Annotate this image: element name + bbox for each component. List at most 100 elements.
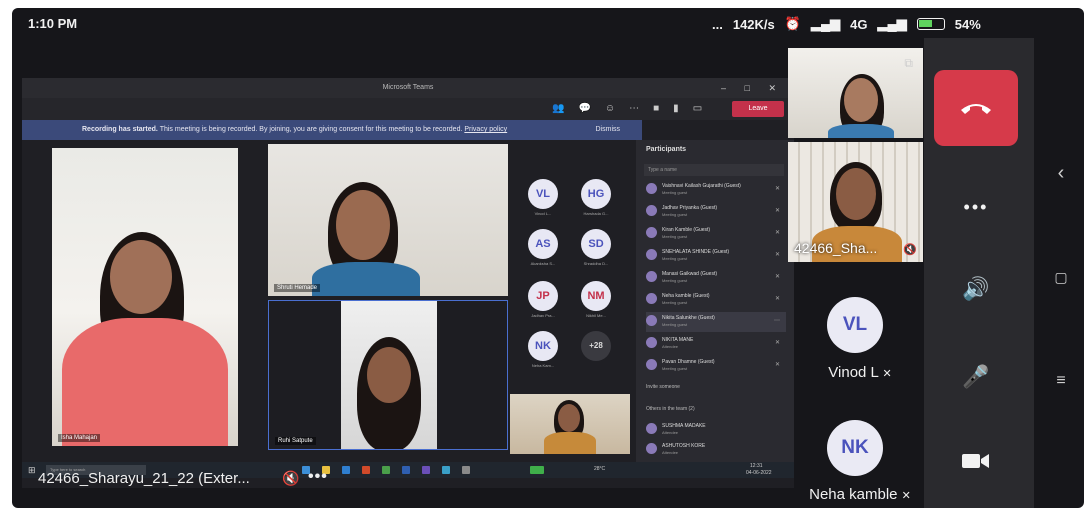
invite-section: Invite someone <box>646 384 680 390</box>
person-body <box>312 262 420 296</box>
video-tile-sharayu[interactable]: 42466_Sha... 🔇 <box>788 142 923 262</box>
participant-avatar <box>646 359 657 370</box>
avatar: NM <box>581 281 611 311</box>
participant-name: NIKITA MANE <box>662 337 694 343</box>
person-body <box>62 318 228 446</box>
person-head <box>844 78 878 122</box>
window-title: Microsoft Teams <box>382 84 434 91</box>
camera-switch-icon[interactable]: ⧉ <box>904 56 913 71</box>
speaker-icon[interactable]: 🔊 <box>961 274 991 304</box>
avatar: VL <box>528 179 558 209</box>
mic-off-icon: 🔇 <box>903 244 917 256</box>
window-titlebar: Microsoft Teams – □ ✕ <box>22 78 794 98</box>
participant-role: Attendee <box>662 344 679 349</box>
person-head <box>110 240 172 314</box>
video-camera-icon[interactable] <box>961 446 991 476</box>
maximize-icon: □ <box>744 83 758 93</box>
android-nav: ‹ ▢ ≡ <box>1038 38 1084 508</box>
mic-off-icon: ✕ <box>774 252 780 258</box>
office-icon <box>362 466 370 474</box>
participant-avatar <box>646 271 657 282</box>
participant-role: Attendee <box>662 430 679 435</box>
more-participants-avatar: +28 <box>581 331 611 361</box>
excel-icon <box>382 466 390 474</box>
camera-shape <box>962 454 989 468</box>
taskbar-time: 12:31 <box>750 463 763 469</box>
avatar: SD <box>581 229 611 259</box>
participant-avatar <box>646 443 657 454</box>
taskbar-date: 04-06-2022 <box>746 470 772 476</box>
alarm-icon: ⏰ <box>784 16 801 31</box>
tile-name: 42466_Sha... <box>794 240 878 256</box>
dismiss-button: Dismiss <box>595 126 621 133</box>
participant-avatar <box>646 423 657 434</box>
video-tile-small <box>510 394 630 454</box>
tile-name: Ruhi Satpute <box>275 437 316 445</box>
participant-role: Meeting guest <box>662 322 688 327</box>
avatar-vinod[interactable]: VL <box>827 297 883 353</box>
video-tile-top: Shruti Hemade <box>268 144 508 296</box>
participant-avatar <box>646 249 657 260</box>
participant-name: Vinod L <box>828 364 879 381</box>
battery-level: 54% <box>954 16 981 32</box>
avatar-caption: Jadhav Pra... <box>531 313 555 318</box>
participant-name: Nikita Salunkhe (Guest) <box>662 315 715 321</box>
mic-icon: ▮ <box>673 103 679 114</box>
back-icon[interactable]: ‹ <box>1050 162 1072 184</box>
more-options-button[interactable]: ••• <box>308 468 328 486</box>
status-bar: 1:10 PM ... 142K/s ⏰ ▂▄▆ 4G ▂▄▆ 54% <box>12 8 1084 38</box>
participant-row: SNEHALATA SHINDE (Guest) Meeting guest ✕ <box>646 246 786 266</box>
edge-icon <box>342 466 350 474</box>
privacy-link: Privacy policy <box>464 126 508 133</box>
video-tile-left: Isha Mahajan <box>52 148 238 446</box>
recents-icon[interactable]: ≡ <box>1050 370 1072 392</box>
recording-banner: Recording has started. This meeting is b… <box>22 120 642 140</box>
participant-avatar <box>646 337 657 348</box>
more-icon: ⋯ <box>774 318 780 324</box>
avatar-caption: Shraddha D... <box>583 261 609 266</box>
react-icon: ☺ <box>604 103 616 114</box>
participant-row: Jadhav Priyanka (Guest) Meeting guest ✕ <box>646 202 786 222</box>
participant-row: Kiran Kamble (Guest) Meeting guest ✕ <box>646 224 786 244</box>
participant-row: NIKITA MANE Attendee ✕ <box>646 334 786 354</box>
hang-up-button[interactable] <box>934 70 1018 146</box>
self-video-tile[interactable]: ⧉ <box>788 48 923 138</box>
person-head <box>367 347 411 403</box>
participant-name: Vaishnavi Kailash Gujarathi (Guest) <box>662 183 741 189</box>
avatar-caption: Vinod L... <box>534 211 552 216</box>
weather-icon <box>530 466 544 474</box>
teams-toolbar: 👥 💬 ☺ ⋯ ■ ▮ ▭ Leave <box>22 98 794 120</box>
participant-name: Jadhav Priyanka (Guest) <box>662 205 718 211</box>
video-frame <box>341 301 437 449</box>
avatar-neha[interactable]: NK <box>827 420 883 476</box>
participant-role: Meeting guest <box>662 256 688 261</box>
mic-off-icon: 🔇 <box>282 470 300 486</box>
status-right: ... 142K/s ⏰ ▂▄▆ 4G ▂▄▆ 54% <box>712 16 981 32</box>
status-time: 1:10 PM <box>28 16 78 31</box>
avatar: HG <box>581 179 611 209</box>
teams-icon <box>422 466 430 474</box>
avatar: AS <box>528 229 558 259</box>
more-options-icon[interactable]: ••• <box>961 192 991 222</box>
video-tile-active-speaker: Ruhi Satpute <box>268 300 508 450</box>
participant-role: Meeting guest <box>662 190 688 195</box>
participant-avatar <box>646 183 657 194</box>
microphone-icon[interactable]: 🎤 <box>961 362 991 392</box>
more-icon: ⋯ <box>629 103 640 114</box>
home-icon[interactable]: ▢ <box>1050 266 1072 288</box>
chat-icon: 💬 <box>578 103 591 114</box>
participant-name: Kiran Kamble (Guest) <box>662 227 711 233</box>
word-icon <box>402 466 410 474</box>
avatar-caption: Nikhil Me... <box>586 313 606 318</box>
participant-avatar <box>646 205 657 216</box>
participant-role: Attendee <box>662 450 679 455</box>
phone-hangup-icon <box>961 104 991 114</box>
participant-row: Manasi Gaikwad (Guest) Meeting guest ✕ <box>646 268 786 288</box>
participant-name: Pavan Dhamne (Guest) <box>662 359 715 365</box>
share-icon: ▭ <box>692 103 703 114</box>
avatar: NK <box>528 331 558 361</box>
avatar: JP <box>528 281 558 311</box>
mic-off-icon: ✕ <box>901 490 911 502</box>
participant-name: ASHUTOSH KORE <box>662 443 706 449</box>
people-icon: 👥 <box>552 103 565 114</box>
